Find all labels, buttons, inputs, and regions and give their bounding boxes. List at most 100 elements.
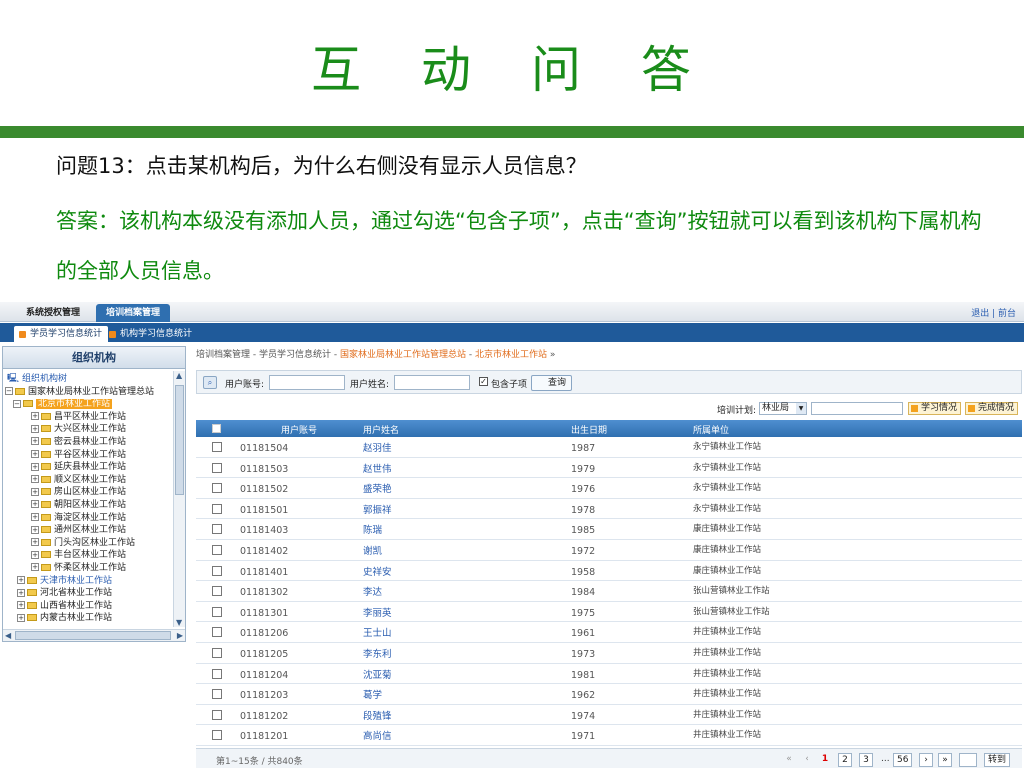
expand-icon[interactable]: + (17, 601, 25, 610)
tree-node[interactable]: + 延庆县林业工作站 (3, 461, 173, 474)
row-checkbox[interactable] (212, 627, 222, 638)
row-checkbox[interactable] (212, 586, 222, 597)
tab-student-stats[interactable]: 学员学习信息统计 (14, 326, 109, 342)
expand-icon[interactable]: + (31, 412, 39, 421)
scroll-thumb[interactable] (175, 385, 184, 495)
goto-button[interactable]: 转到 (984, 753, 1011, 767)
page-2[interactable]: 2 (838, 753, 852, 767)
tree-hscrollbar[interactable]: ◀ ▶ (3, 629, 185, 641)
plan-extra-field[interactable] (811, 402, 903, 415)
page-last[interactable]: 56 (893, 753, 913, 767)
tab-system-auth[interactable]: 系统授权管理 (16, 304, 90, 322)
breadcrumb-org[interactable]: 国家林业局林业工作站管理总站 (340, 350, 466, 360)
tree-node[interactable]: + 顺义区林业工作站 (3, 474, 173, 487)
cell-name[interactable]: 陈瑞 (363, 522, 382, 536)
cell-name[interactable]: 李丽英 (363, 605, 392, 619)
account-input[interactable] (269, 375, 345, 390)
scroll-right-icon[interactable]: ▶ (177, 631, 183, 640)
cell-name[interactable]: 李东利 (363, 646, 392, 660)
col-birth[interactable]: 出生日期 (571, 423, 607, 436)
expand-icon[interactable]: + (17, 576, 25, 584)
chevron-down-icon[interactable]: ▼ (796, 403, 806, 414)
name-input[interactable] (394, 375, 470, 390)
tree-node[interactable]: + 怀柔区林业工作站 (3, 562, 173, 575)
tree-node[interactable]: 🖳 组织机构树 (3, 373, 173, 386)
last-page-button[interactable]: » (938, 753, 952, 767)
first-page-button[interactable]: « (782, 753, 796, 767)
tree-node[interactable]: + 天津市林业工作站 (3, 575, 173, 588)
cell-name[interactable]: 葛学 (363, 687, 382, 701)
expand-icon[interactable]: + (31, 475, 39, 484)
cell-name[interactable]: 沈亚菊 (363, 667, 392, 681)
tree-node[interactable]: + 内蒙古林业工作站 (3, 612, 173, 625)
prev-page-button[interactable]: ‹ (800, 753, 814, 767)
tree-node[interactable]: + 房山区林业工作站 (3, 486, 173, 499)
cell-name[interactable]: 赵世伟 (363, 461, 392, 475)
select-all-checkbox[interactable] (212, 424, 221, 433)
row-checkbox[interactable] (212, 565, 222, 576)
cell-name[interactable]: 郭振祥 (363, 502, 392, 516)
table-row[interactable]: 01181403 陈瑞 1985 康庄镇林业工作站 (196, 519, 1022, 540)
page-3[interactable]: 3 (859, 753, 873, 767)
scroll-down-icon[interactable]: ▼ (176, 618, 182, 627)
tree-node[interactable]: − 国家林业局林业工作站管理总站 (3, 386, 173, 399)
cell-name[interactable]: 谢凯 (363, 543, 382, 557)
collapse-icon[interactable]: − (13, 399, 21, 408)
expand-icon[interactable]: + (31, 513, 39, 522)
tree-node[interactable]: + 密云县林业工作站 (3, 436, 173, 449)
row-checkbox[interactable] (212, 524, 222, 535)
row-checkbox[interactable] (212, 730, 222, 741)
tree-node[interactable]: + 昌平区林业工作站 (3, 411, 173, 424)
tab-org-stats[interactable]: 机构学习信息统计 (104, 326, 198, 342)
cell-name[interactable]: 盛荣艳 (363, 481, 392, 495)
tree-node[interactable]: + 门头沟区林业工作站 (3, 537, 173, 550)
expand-icon[interactable]: + (17, 588, 25, 597)
query-button[interactable]: 查询 (531, 375, 573, 391)
col-name[interactable]: 用户姓名 (363, 423, 399, 436)
cell-name[interactable]: 史祥安 (363, 564, 392, 578)
expand-icon[interactable]: + (31, 424, 39, 433)
row-checkbox[interactable] (212, 503, 222, 514)
row-checkbox[interactable] (212, 462, 222, 473)
cell-name[interactable]: 段殖锋 (363, 708, 392, 722)
top-links[interactable]: 退出 | 前台 (971, 306, 1016, 319)
tree-node[interactable]: + 丰台区林业工作站 (3, 549, 173, 562)
tree-node[interactable]: + 海淀区林业工作站 (3, 512, 173, 525)
col-unit[interactable]: 所属单位 (693, 423, 729, 436)
breadcrumb-prefix[interactable]: 培训档案管理 - 学员学习信息统计 - (196, 350, 340, 360)
breadcrumb-current[interactable]: 北京市林业工作站 (475, 350, 547, 360)
tree-node[interactable]: − 北京市林业工作站 (3, 398, 173, 411)
expand-icon[interactable]: + (17, 613, 25, 622)
study-status-button[interactable]: 学习情况 (908, 402, 962, 415)
tree-node[interactable]: + 山西省林业工作站 (3, 600, 173, 613)
next-page-button[interactable]: › (919, 753, 933, 767)
table-row[interactable]: 01181205 李东利 1973 井庄镇林业工作站 (196, 643, 1022, 664)
row-checkbox[interactable] (212, 442, 222, 452)
collapse-icon[interactable]: − (5, 387, 13, 396)
expand-icon[interactable]: + (31, 563, 39, 572)
table-row[interactable]: 01181402 谢凯 1972 康庄镇林业工作站 (196, 540, 1022, 561)
row-checkbox[interactable] (212, 647, 222, 658)
tree-node[interactable]: + 平谷区林业工作站 (3, 449, 173, 462)
row-checkbox[interactable] (212, 689, 222, 700)
goto-page-input[interactable] (959, 753, 977, 767)
table-row[interactable]: 01181501 郭振祥 1978 永宁镇林业工作站 (196, 499, 1022, 520)
row-checkbox[interactable] (212, 544, 222, 555)
row-checkbox[interactable] (212, 668, 222, 679)
scroll-thumb[interactable] (15, 631, 171, 640)
tab-training-archive[interactable]: 培训档案管理 (96, 304, 171, 322)
table-row[interactable]: 01181503 赵世伟 1979 永宁镇林业工作站 (196, 458, 1022, 479)
tree-node[interactable]: + 大兴区林业工作站 (3, 423, 173, 436)
complete-status-button[interactable]: 完成情况 (965, 402, 1019, 415)
table-row[interactable]: 01181201 高尚信 1971 井庄镇林业工作站 (196, 725, 1022, 746)
table-row[interactable]: 01181502 盛荣艳 1976 永宁镇林业工作站 (196, 478, 1022, 499)
table-row[interactable]: 01181204 沈亚菊 1981 井庄镇林业工作站 (196, 664, 1022, 685)
row-checkbox[interactable] (212, 483, 222, 494)
cell-name[interactable]: 赵羽佳 (363, 440, 392, 454)
tree-vscrollbar[interactable]: ▲ ▼ (173, 371, 185, 627)
table-row[interactable]: 01181202 段殖锋 1974 井庄镇林业工作站 (196, 705, 1022, 726)
cell-name[interactable]: 高尚信 (363, 728, 392, 742)
expand-icon[interactable]: + (31, 437, 39, 446)
plan-select[interactable]: 林业局 ▼ (759, 402, 807, 415)
expand-icon[interactable]: + (31, 450, 39, 459)
